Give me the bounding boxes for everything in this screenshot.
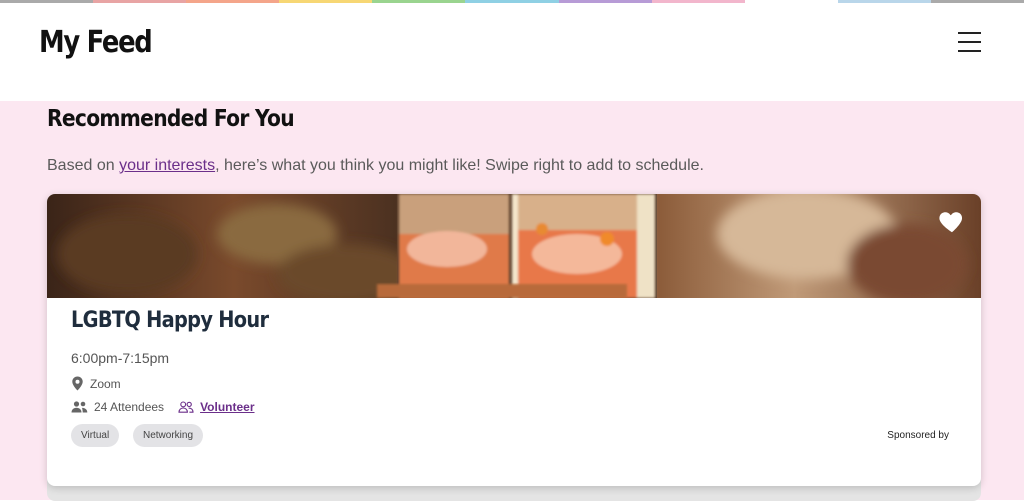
intro-text-before: Based on [47, 157, 120, 174]
section-title: Recommended For You [47, 106, 295, 132]
menu-line [958, 32, 981, 34]
app-header: My Feed [0, 3, 1024, 101]
people-outline-icon [178, 401, 194, 413]
sponsored-label: Sponsored by [887, 430, 949, 441]
menu-line [958, 50, 981, 52]
heart-icon [939, 212, 963, 233]
event-photo [47, 194, 981, 298]
interests-link[interactable]: your interests [119, 157, 215, 174]
event-title: LGBTQ Happy Hour [71, 308, 269, 333]
tag-networking[interactable]: Networking [133, 424, 204, 447]
page-title: My Feed [39, 25, 153, 60]
location-text: Zoom [90, 376, 121, 391]
event-location: Zoom [71, 376, 121, 391]
tag-virtual[interactable]: Virtual [71, 424, 120, 447]
menu-line [958, 41, 981, 43]
intro-text-after: , here’s what you think you might like! … [215, 157, 704, 174]
event-image [47, 194, 981, 298]
hamburger-menu-icon[interactable] [958, 32, 982, 54]
event-people: 24 Attendees Volunteer [71, 400, 255, 414]
volunteer-link[interactable]: Volunteer [200, 400, 254, 414]
event-time: 6:00pm-7:15pm [71, 350, 170, 366]
favorite-heart-icon[interactable] [937, 206, 967, 236]
attendees-count: 24 Attendees [94, 400, 165, 414]
intro-text: Based on your interests, here’s what you… [47, 157, 704, 175]
map-pin-icon [71, 376, 84, 391]
event-card[interactable]: LGBTQ Happy Hour 6:00pm-7:15pm Zoom 24 A… [47, 194, 981, 486]
people-icon [71, 401, 88, 413]
feed-section: Recommended For You Based on your intere… [0, 101, 1024, 501]
